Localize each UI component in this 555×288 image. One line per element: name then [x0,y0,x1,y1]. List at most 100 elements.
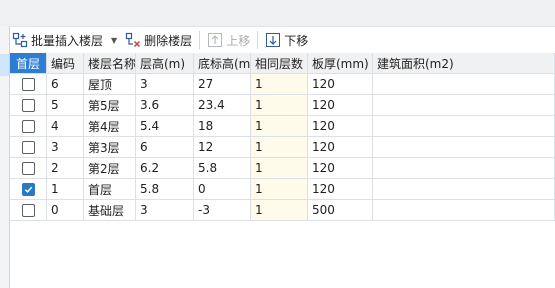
slab-thickness-cell[interactable]: 120 [308,158,373,179]
building-area-cell[interactable] [373,74,555,95]
toolbar-divider [257,31,259,49]
first-floor-checkbox[interactable] [21,98,35,112]
building-area-cell[interactable] [373,116,555,137]
table-row[interactable]: 0 基础层 3 -3 1 500 [10,200,555,221]
same-floors-cell[interactable]: 1 [251,116,308,137]
code-cell[interactable]: 3 [47,137,84,158]
slab-thickness-cell[interactable]: 500 [308,200,373,221]
floor-name-cell[interactable]: 第3层 [84,137,136,158]
table-row[interactable]: 6 屋顶 3 27 1 120 [10,74,555,95]
building-area-cell[interactable] [373,137,555,158]
header-same-floors[interactable]: 相同层数 [251,53,308,74]
table-row[interactable]: 3 第3层 6 12 1 120 [10,137,555,158]
slab-thickness-cell[interactable]: 120 [308,116,373,137]
first-floor-cell [10,116,47,137]
bottom-elevation-cell[interactable]: 23.4 [194,95,251,116]
bottom-elevation-cell[interactable]: 0 [194,179,251,200]
first-floor-cell [10,158,47,179]
first-floor-cell [10,200,47,221]
first-floor-checkbox[interactable] [21,203,35,217]
arrow-down-icon [265,32,281,48]
header-slab-thickness[interactable]: 板厚(mm) [308,53,373,74]
same-floors-cell[interactable]: 1 [251,179,308,200]
floor-name-cell[interactable]: 基础层 [84,200,136,221]
table-header-row: 首层 编码 楼层名称 层高(m) 底标高(m) 相同层数 板厚(mm) 建筑面积… [10,53,555,74]
same-floors-cell[interactable]: 1 [251,200,308,221]
check-icon [24,186,32,193]
slab-thickness-cell[interactable]: 120 [308,179,373,200]
chevron-down-icon[interactable]: ▼ [111,36,117,45]
header-bottom-elevation[interactable]: 底标高(m) [194,53,251,74]
building-area-cell[interactable] [373,95,555,116]
toolbar: 批量插入楼层 ▼ 删除楼层 上移 下移 [10,27,555,53]
code-cell[interactable]: 6 [47,74,84,95]
floor-name-cell[interactable]: 屋顶 [84,74,136,95]
slab-thickness-cell[interactable]: 120 [308,74,373,95]
header-code[interactable]: 编码 [47,53,84,74]
move-down-button[interactable]: 下移 [263,29,310,51]
delete-floor-icon [125,32,141,48]
slab-thickness-cell[interactable]: 120 [308,95,373,116]
first-floor-checkbox[interactable] [21,161,35,175]
same-floors-cell[interactable]: 1 [251,137,308,158]
insert-floors-icon [12,32,28,48]
floor-height-cell[interactable]: 5.4 [136,116,194,137]
first-floor-checkbox[interactable] [21,140,35,154]
floor-table: 首层 编码 楼层名称 层高(m) 底标高(m) 相同层数 板厚(mm) 建筑面积… [10,53,555,221]
code-cell[interactable]: 2 [47,158,84,179]
toolbar-divider [199,31,201,49]
first-floor-checkbox[interactable] [21,77,35,91]
same-floors-cell[interactable]: 1 [251,95,308,116]
floor-height-cell[interactable]: 3 [136,200,194,221]
table-row[interactable]: 5 第5层 3.6 23.4 1 120 [10,95,555,116]
building-area-cell[interactable] [373,179,555,200]
bottom-elevation-cell[interactable]: 27 [194,74,251,95]
code-cell[interactable]: 1 [47,179,84,200]
table-body: 6 屋顶 3 27 1 120 5 第5层 3.6 23.4 1 120 4 第4层 5.4 18 1 120 3 第… [10,74,555,221]
building-area-cell[interactable] [373,200,555,221]
arrow-up-icon [207,32,223,48]
floor-height-cell[interactable]: 5.8 [136,179,194,200]
top-strip [0,0,555,27]
first-floor-checkbox[interactable] [21,182,35,196]
slab-thickness-cell[interactable]: 120 [308,137,373,158]
code-cell[interactable]: 0 [47,200,84,221]
floor-height-cell[interactable]: 6 [136,137,194,158]
floor-name-cell[interactable]: 首层 [84,179,136,200]
floor-name-cell[interactable]: 第5层 [84,95,136,116]
building-area-cell[interactable] [373,158,555,179]
floor-height-cell[interactable]: 3.6 [136,95,194,116]
first-floor-cell [10,137,47,158]
header-building-area[interactable]: 建筑面积(m2) [373,53,555,74]
first-floor-cell [10,95,47,116]
bottom-elevation-cell[interactable]: 18 [194,116,251,137]
delete-floor-button[interactable]: 删除楼层 [123,29,194,51]
floor-name-cell[interactable]: 第4层 [84,116,136,137]
code-cell[interactable]: 4 [47,116,84,137]
move-down-label: 下移 [284,33,309,48]
bottom-elevation-cell[interactable]: 5.8 [194,158,251,179]
left-panel-edge [0,26,10,288]
floor-name-cell[interactable]: 第2层 [84,158,136,179]
same-floors-cell[interactable]: 1 [251,158,308,179]
header-floor-height[interactable]: 层高(m) [136,53,194,74]
floor-height-cell[interactable]: 3 [136,74,194,95]
batch-insert-floors-button[interactable]: 批量插入楼层 [10,29,105,51]
batch-insert-floors-label: 批量插入楼层 [31,33,104,48]
table-row[interactable]: 4 第4层 5.4 18 1 120 [10,116,555,137]
delete-floor-label: 删除楼层 [144,33,193,48]
move-up-button[interactable]: 上移 [205,29,252,51]
left-panel-selected-item[interactable] [0,54,9,76]
code-cell[interactable]: 5 [47,95,84,116]
floor-height-cell[interactable]: 6.2 [136,158,194,179]
first-floor-checkbox[interactable] [21,119,35,133]
first-floor-cell [10,179,47,200]
same-floors-cell[interactable]: 1 [251,74,308,95]
header-floor-name[interactable]: 楼层名称 [84,53,136,74]
bottom-elevation-cell[interactable]: -3 [194,200,251,221]
header-first-floor[interactable]: 首层 [10,53,47,74]
bottom-elevation-cell[interactable]: 12 [194,137,251,158]
table-row[interactable]: 2 第2层 6.2 5.8 1 120 [10,158,555,179]
table-row[interactable]: 1 首层 5.8 0 1 120 [10,179,555,200]
first-floor-cell [10,74,47,95]
